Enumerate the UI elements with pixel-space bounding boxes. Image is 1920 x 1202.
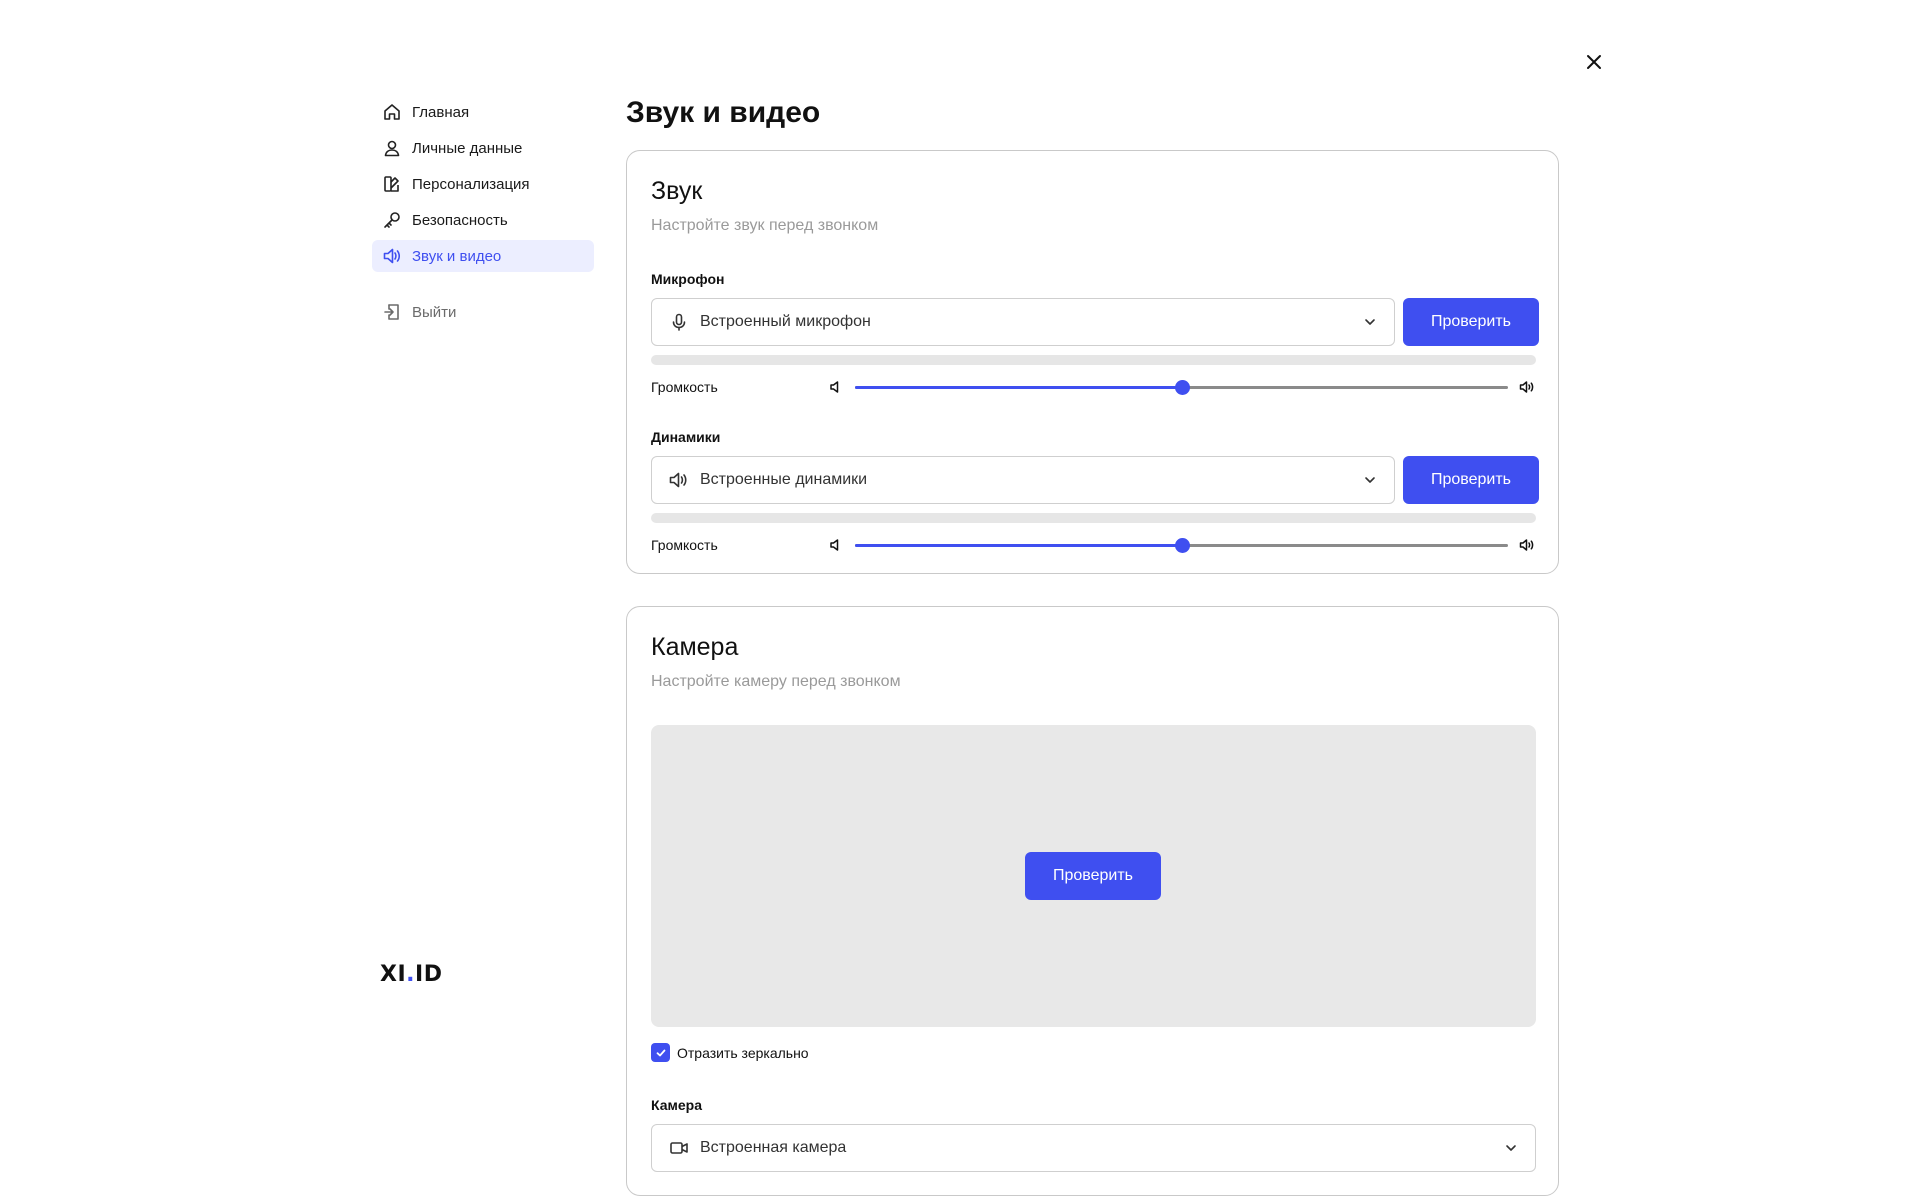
speakers-level-meter bbox=[651, 513, 1536, 523]
speakers-selected: Встроенные динамики bbox=[700, 471, 868, 488]
sidebar-item-personalization[interactable]: Персонализация bbox=[372, 168, 594, 200]
sidebar-item-sound-video[interactable]: Звук и видео bbox=[372, 240, 594, 272]
sidebar-item-personal-data[interactable]: Личные данные bbox=[372, 132, 594, 164]
sidebar: Главная Личные данные Персонализация Без… bbox=[372, 96, 594, 332]
camera-card: Камера Настройте камеру перед звонком Пр… bbox=[626, 606, 1559, 1196]
microphone-volume-slider[interactable] bbox=[855, 377, 1508, 397]
speakers-test-button[interactable]: Проверить bbox=[1403, 456, 1539, 504]
video-camera-icon bbox=[668, 1137, 690, 1159]
brand-dot: . bbox=[406, 962, 416, 987]
camera-title: Камера bbox=[651, 633, 739, 661]
volume-low-icon[interactable] bbox=[827, 536, 845, 554]
page-title: Звук и видео bbox=[626, 96, 821, 129]
audio-subtitle: Настройте звук перед звонком bbox=[651, 217, 879, 234]
close-icon bbox=[1587, 55, 1601, 69]
logout-label: Выйти bbox=[412, 303, 457, 321]
logout-button[interactable]: Выйти bbox=[372, 296, 594, 328]
check-icon bbox=[656, 1049, 665, 1056]
sidebar-item-label: Личные данные bbox=[412, 139, 523, 157]
user-icon bbox=[382, 138, 402, 158]
sidebar-item-label: Безопасность bbox=[412, 211, 508, 229]
volume-high-icon[interactable] bbox=[1518, 536, 1536, 554]
camera-select[interactable]: Встроенная камера bbox=[651, 1124, 1536, 1172]
mirror-checkbox[interactable] bbox=[651, 1043, 670, 1062]
sidebar-item-label: Персонализация bbox=[412, 175, 530, 193]
audio-title: Звук bbox=[651, 177, 703, 205]
microphone-volume-label: Громкость bbox=[651, 379, 718, 395]
slider-thumb[interactable] bbox=[1174, 538, 1190, 553]
microphone-label: Микрофон bbox=[651, 271, 725, 287]
sidebar-item-label: Главная bbox=[412, 103, 470, 121]
camera-preview: Проверить bbox=[651, 725, 1536, 1027]
home-icon bbox=[382, 102, 402, 122]
audio-card: Звук Настройте звук перед звонком Микроф… bbox=[626, 150, 1559, 574]
key-icon bbox=[382, 210, 402, 230]
palette-icon bbox=[382, 174, 402, 194]
microphone-select[interactable]: Встроенный микрофон bbox=[651, 298, 1395, 346]
chevron-down-icon bbox=[1362, 472, 1378, 488]
microphone-level-meter bbox=[651, 355, 1536, 365]
speakers-volume-label: Громкость bbox=[651, 537, 718, 553]
speakers-volume-slider[interactable] bbox=[855, 535, 1508, 555]
camera-selected: Встроенная камера bbox=[700, 1139, 847, 1156]
speakers-volume-row: Громкость bbox=[651, 535, 1536, 555]
microphone-test-button[interactable]: Проверить bbox=[1403, 298, 1539, 346]
chevron-down-icon bbox=[1503, 1140, 1519, 1156]
mirror-label: Отразить зеркально bbox=[677, 1044, 809, 1061]
sidebar-item-label: Звук и видео bbox=[412, 247, 502, 265]
microphone-volume-row: Громкость bbox=[651, 377, 1536, 397]
logout-icon bbox=[382, 302, 402, 322]
speakers-select[interactable]: Встроенные динамики bbox=[651, 456, 1395, 504]
slider-thumb[interactable] bbox=[1174, 380, 1190, 395]
volume-low-icon[interactable] bbox=[827, 378, 845, 396]
sidebar-item-security[interactable]: Безопасность bbox=[372, 204, 594, 236]
brand-right: ID bbox=[415, 962, 443, 987]
close-button[interactable] bbox=[1578, 46, 1610, 78]
camera-device-label: Камера bbox=[651, 1097, 702, 1113]
brand-left: XI bbox=[380, 962, 407, 987]
camera-subtitle: Настройте камеру перед звонком bbox=[651, 673, 901, 690]
mirror-checkbox-row[interactable]: Отразить зеркально bbox=[651, 1043, 809, 1062]
camera-test-button[interactable]: Проверить bbox=[1025, 852, 1161, 900]
volume-high-icon[interactable] bbox=[1518, 378, 1536, 396]
chevron-down-icon bbox=[1362, 314, 1378, 330]
brand-logo: XI.ID bbox=[380, 962, 442, 987]
sidebar-item-home[interactable]: Главная bbox=[372, 96, 594, 128]
microphone-selected: Встроенный микрофон bbox=[700, 313, 871, 330]
speaker-icon bbox=[668, 469, 690, 491]
speakers-label: Динамики bbox=[651, 429, 721, 445]
microphone-icon bbox=[668, 311, 690, 333]
speaker-icon bbox=[382, 246, 402, 266]
